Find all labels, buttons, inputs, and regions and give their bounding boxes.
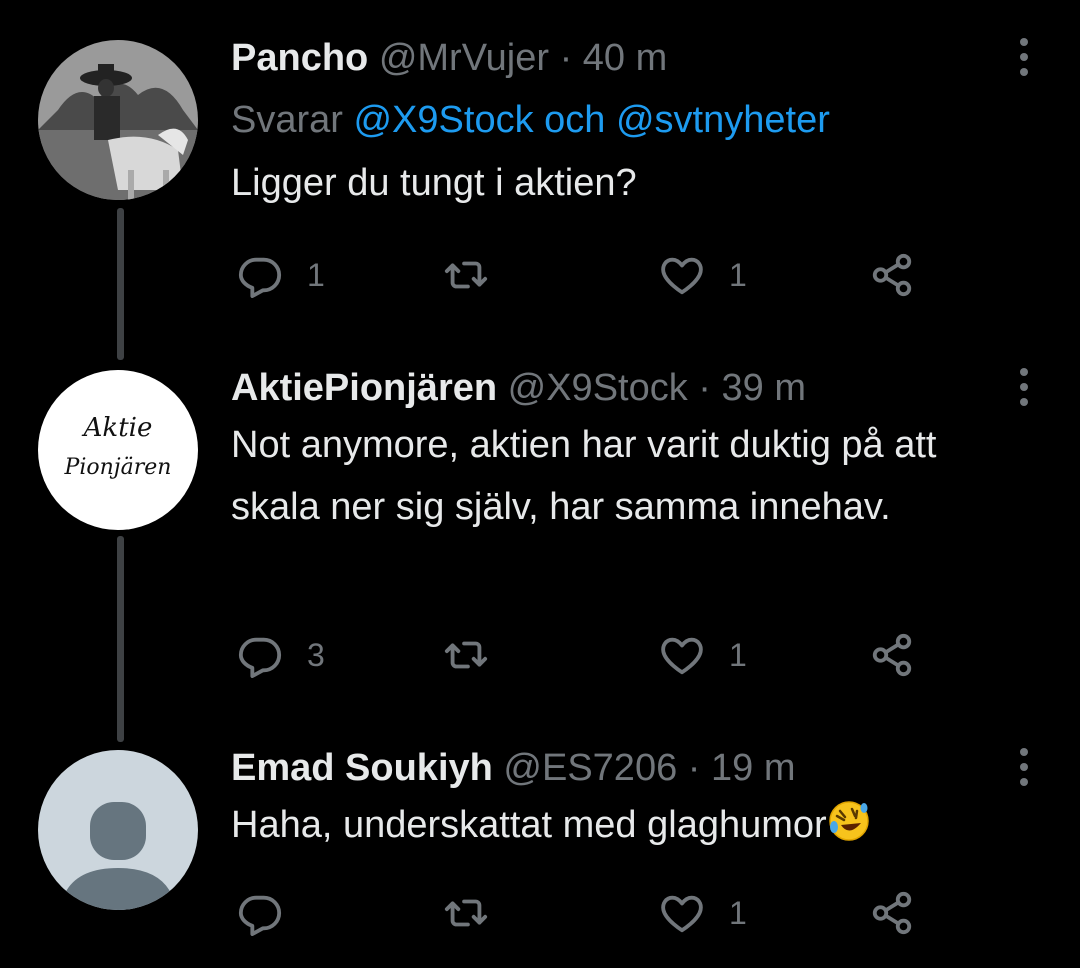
user-handle[interactable]: @X9Stock	[508, 367, 688, 409]
timestamp[interactable]: 39 m	[722, 367, 806, 409]
action-bar: 3 1	[231, 630, 931, 680]
share-button[interactable]	[869, 250, 915, 300]
separator-dot: ·	[698, 367, 711, 409]
tweet-header: Emad Soukiyh @ES7206 · 19 m	[231, 746, 1000, 790]
more-options-icon[interactable]	[1014, 38, 1034, 83]
action-bar: 1 1	[231, 250, 931, 300]
like-icon	[661, 637, 703, 675]
reply-count: 1	[307, 256, 325, 293]
reply-icon	[238, 637, 282, 678]
avatar[interactable]	[38, 750, 198, 910]
avatar-logo-text: Aktie Pionjären	[38, 408, 198, 488]
more-options-icon[interactable]	[1014, 748, 1034, 793]
tweet-header: AktiePionjären @X9Stock · 39 m	[231, 366, 1000, 410]
action-bar: 1	[231, 888, 931, 938]
replying-to: Svarar @X9Stock och @svtnyheter	[231, 98, 1000, 142]
replying-to-label: Svarar	[231, 99, 343, 141]
timestamp[interactable]: 40 m	[583, 37, 667, 79]
reply-icon	[238, 257, 282, 298]
mention-link[interactable]: @X9Stock	[353, 99, 533, 141]
reply-icon	[238, 895, 282, 936]
tweet-text: Not anymore, aktien har varit duktig på …	[231, 424, 937, 528]
user-handle[interactable]: @ES7206	[503, 747, 677, 789]
share-icon	[872, 253, 912, 297]
retweet-icon	[444, 899, 488, 927]
like-button[interactable]: 1	[659, 250, 747, 300]
reply-count: 3	[307, 636, 325, 673]
tweet-text-container: Haha, underskattat med glaghumor	[231, 794, 1000, 856]
mention-link[interactable]: @svtnyheter	[616, 99, 830, 141]
retweet-icon	[444, 641, 488, 669]
tweet[interactable]: Pancho @MrVujer · 40 m Svarar @X9Stock o…	[0, 0, 1080, 320]
tweet[interactable]: Aktie Pionjären AktiePionjären @X9Stock …	[0, 320, 1080, 720]
timestamp[interactable]: 19 m	[711, 747, 795, 789]
like-count: 1	[729, 894, 747, 931]
user-handle[interactable]: @MrVujer	[379, 37, 549, 79]
rolling-on-floor-laughing-emoji	[828, 801, 869, 841]
separator-dot: ·	[687, 747, 701, 789]
retweet-icon	[444, 261, 488, 289]
avatar-logo-line: Pionjären	[64, 455, 172, 480]
avatar-logo-line: Aktie	[83, 413, 153, 443]
like-button[interactable]: 1	[659, 888, 747, 938]
like-count: 1	[729, 636, 747, 673]
tweet[interactable]: Emad Soukiyh @ES7206 · 19 m Haha, unders…	[0, 720, 1080, 968]
display-name[interactable]: AktiePionjären	[231, 367, 497, 409]
like-button[interactable]: 1	[659, 630, 747, 680]
display-name[interactable]: Pancho	[231, 37, 368, 79]
retweet-button[interactable]	[443, 630, 513, 680]
avatar[interactable]: Aktie Pionjären	[38, 370, 198, 530]
share-button[interactable]	[869, 888, 915, 938]
like-icon	[661, 257, 703, 295]
avatar[interactable]	[38, 40, 198, 200]
tweet-header: Pancho @MrVujer · 40 m	[231, 36, 1000, 80]
retweet-button[interactable]	[443, 250, 513, 300]
like-count: 1	[729, 256, 747, 293]
reply-button[interactable]: 3	[237, 630, 325, 680]
reply-button[interactable]: 1	[237, 250, 325, 300]
tweet-text: Haha, underskattat med glaghumor	[231, 804, 827, 846]
retweet-button[interactable]	[443, 888, 513, 938]
tweet-text: Ligger du tungt i aktien?	[231, 162, 637, 204]
more-options-icon[interactable]	[1014, 368, 1034, 413]
share-icon	[872, 891, 912, 935]
share-icon	[872, 633, 912, 677]
share-button[interactable]	[869, 630, 915, 680]
like-icon	[661, 895, 703, 933]
mention-join[interactable]: och	[544, 99, 605, 141]
default-profile-icon	[60, 802, 176, 910]
display-name[interactable]: Emad Soukiyh	[231, 747, 493, 789]
reply-button[interactable]	[237, 888, 307, 938]
separator-dot: ·	[559, 37, 573, 79]
